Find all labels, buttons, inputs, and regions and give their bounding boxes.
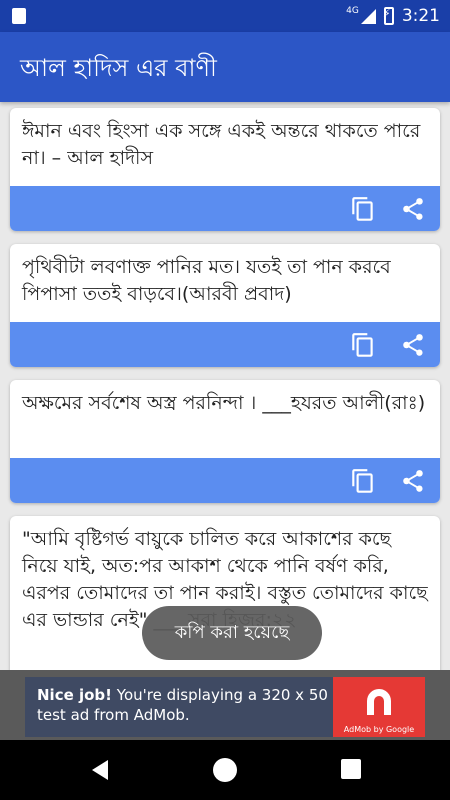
app-bar: আল হাদিস এর বাণী <box>0 32 450 102</box>
signal-icon <box>360 8 376 24</box>
battery-icon <box>383 7 394 25</box>
admob-icon <box>367 689 391 715</box>
share-icon[interactable] <box>400 196 426 222</box>
ad-banner[interactable]: Nice job! You're displaying a 320 x 50 t… <box>0 670 450 740</box>
quote-card: পৃথিবীটা লবণাক্ত পানির মত। যতই তা পান কর… <box>10 244 440 367</box>
quote-text: ঈমান এবং হিংসা এক সঙ্গে একই অন্তরে থাকতে… <box>22 120 421 169</box>
ad-brand: AdMob by Google <box>343 725 415 734</box>
quote-card: "আমি বৃষ্টিগর্ভ বায়ুকে চালিত করে আকাশের… <box>10 516 440 690</box>
clock: 3:21 <box>401 6 440 26</box>
share-icon[interactable] <box>400 468 426 494</box>
navigation-bar <box>0 740 450 800</box>
card-action-bar <box>10 458 440 503</box>
quote-card: অক্ষমের সর্বশেষ অস্ত্র পরনিন্দা । ___হযর… <box>10 380 440 503</box>
app-title: আল হাদিস এর বাণী <box>20 54 217 82</box>
home-icon[interactable] <box>213 758 237 782</box>
card-action-bar <box>10 322 440 367</box>
copy-icon[interactable] <box>350 468 376 496</box>
recent-apps-icon[interactable] <box>341 759 361 779</box>
status-bar: 4G 3:21 <box>0 0 450 32</box>
quote-text: পৃথিবীটা লবণাক্ত পানির মত। যতই তা পান কর… <box>22 256 391 305</box>
card-action-bar <box>10 186 440 231</box>
quote-text: অক্ষমের সর্বশেষ অস্ত্র পরনিন্দা । ___হযর… <box>22 392 426 414</box>
copy-icon[interactable] <box>350 332 376 360</box>
toast-message: কপি করা হয়েছে <box>142 606 322 660</box>
quote-card: ঈমান এবং হিংসা এক সঙ্গে একই অন্তরে থাকতে… <box>10 108 440 231</box>
share-icon[interactable] <box>400 332 426 358</box>
ad-headline: Nice job! <box>37 686 113 704</box>
admob-logo[interactable]: AdMob by Google <box>333 677 425 737</box>
ad-text[interactable]: Nice job! You're displaying a 320 x 50 t… <box>37 685 337 725</box>
network-type: 4G <box>346 6 359 16</box>
ad-content[interactable]: Nice job! You're displaying a 320 x 50 t… <box>25 677 425 737</box>
back-icon[interactable] <box>90 758 110 782</box>
copy-icon[interactable] <box>350 196 376 224</box>
sd-card-icon <box>12 8 26 24</box>
